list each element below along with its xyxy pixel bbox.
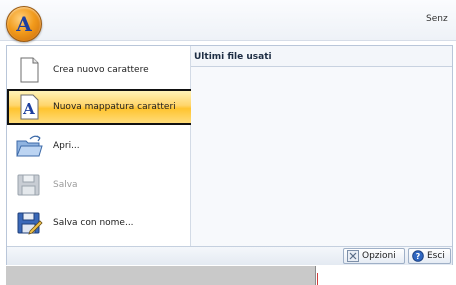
recent-files-title: Ultimi file usati [194,52,272,62]
save-icon [17,174,40,196]
exit-button[interactable]: ? Esci [408,248,451,264]
menu-item-label: Salva con nome... [53,218,134,228]
font-mapping-icon: A [20,94,39,120]
menu-item-new-font-mapping[interactable]: A Nuova mappatura caratteri [7,89,193,125]
menu-item-save[interactable]: Salva [9,167,188,203]
menu-item-label: Salva [53,180,78,190]
options-button[interactable]: Opzioni [343,248,405,264]
background-workspace [6,266,453,285]
title-bar: A Senz [0,0,456,42]
menu-item-save-as[interactable]: Salva con nome... [9,205,188,241]
exit-label: Esci [427,251,445,261]
svg-text:?: ? [416,252,421,261]
menu-item-new-character[interactable]: Crea nuovo carattere [9,52,188,88]
svg-text:A: A [22,100,35,118]
save-as-icon [17,212,43,235]
recent-files-header: Ultimi file usati [191,46,452,67]
svg-text:A: A [15,12,32,36]
options-icon [347,250,359,262]
new-document-icon [20,57,39,83]
menu-commands: Crea nuovo carattere A Nuova mappatura c… [7,46,193,246]
menu-footer: Opzioni ? Esci [7,246,452,265]
options-label: Opzioni [362,251,396,261]
menu-item-label: Crea nuovo carattere [53,65,149,75]
menu-item-open[interactable]: Apri... [9,128,188,164]
workspace-divider [317,273,318,285]
open-folder-icon [16,135,43,157]
recent-files-list [191,67,452,246]
application-button[interactable]: A [6,6,42,42]
window-title: Senz [426,14,448,24]
workspace-panel [6,266,316,285]
application-menu: Crea nuovo carattere A Nuova mappatura c… [6,45,453,265]
menu-item-label: Nuova mappatura caratteri [53,102,176,112]
menu-item-label: Apri... [53,141,80,151]
font-a-icon: A [15,12,32,36]
help-exit-icon: ? [412,250,424,262]
